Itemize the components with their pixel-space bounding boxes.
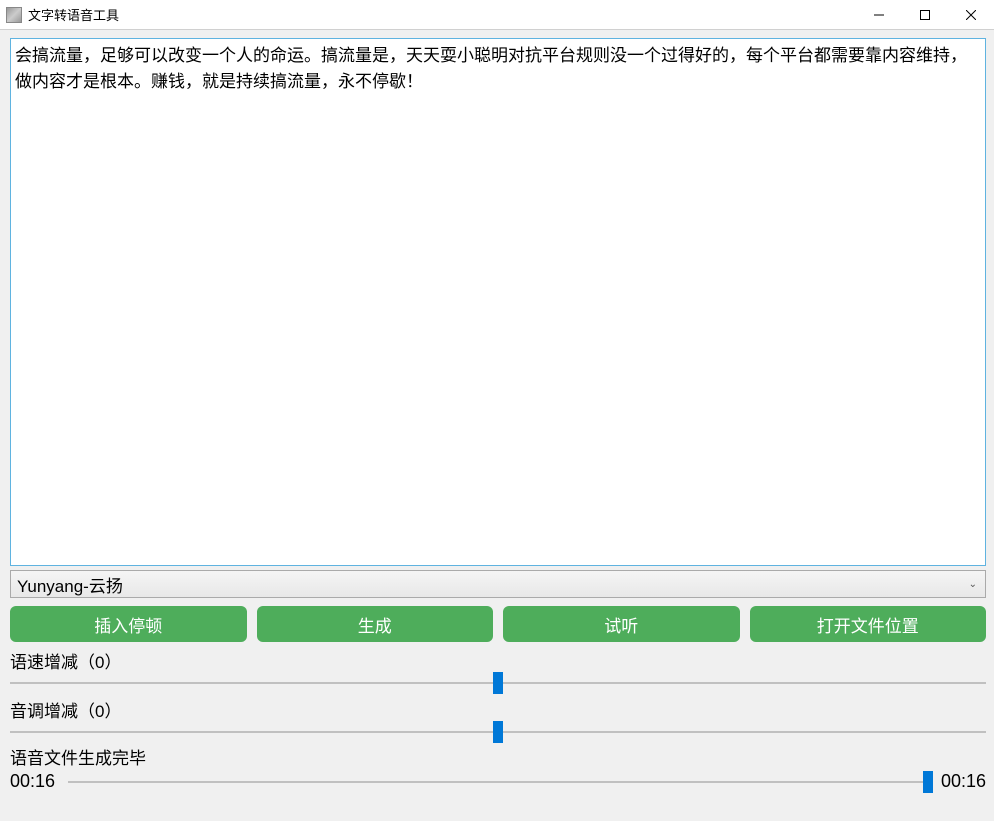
text-input[interactable] [10, 38, 986, 566]
pitch-slider-group: 音调增减（0） [10, 697, 986, 740]
app-icon [6, 7, 22, 23]
close-button[interactable] [948, 0, 994, 29]
window-title: 文字转语音工具 [28, 5, 119, 24]
chevron-down-icon: ⌄ [969, 579, 977, 590]
voice-select[interactable]: Yunyang-云扬 ⌄ [10, 570, 986, 598]
pitch-label: 音调增减（0） [10, 697, 986, 722]
preview-button[interactable]: 试听 [503, 606, 740, 642]
speed-slider-group: 语速增减（0） [10, 648, 986, 691]
speed-slider[interactable] [10, 675, 986, 691]
playback-row: 00:16 00:16 [10, 771, 986, 792]
pitch-slider[interactable] [10, 724, 986, 740]
playback-current-time: 00:16 [10, 771, 60, 792]
action-button-row: 插入停顿 生成 试听 打开文件位置 [10, 606, 986, 642]
minimize-icon [874, 10, 884, 20]
insert-pause-button[interactable]: 插入停顿 [10, 606, 247, 642]
close-icon [966, 10, 976, 20]
titlebar-left: 文字转语音工具 [0, 5, 119, 24]
window-titlebar: 文字转语音工具 [0, 0, 994, 30]
open-folder-button[interactable]: 打开文件位置 [750, 606, 987, 642]
generate-button[interactable]: 生成 [257, 606, 494, 642]
playback-slider[interactable] [68, 774, 928, 790]
maximize-button[interactable] [902, 0, 948, 29]
voice-select-value: Yunyang-云扬 [17, 572, 123, 597]
speed-label: 语速增减（0） [10, 648, 986, 673]
playback-total-time: 00:16 [936, 771, 986, 792]
playback-slider-handle[interactable] [923, 771, 933, 793]
minimize-button[interactable] [856, 0, 902, 29]
playback-track-line [68, 781, 928, 783]
maximize-icon [920, 10, 930, 20]
speed-slider-handle[interactable] [493, 672, 503, 694]
status-message: 语音文件生成完毕 [10, 744, 986, 769]
main-content: Yunyang-云扬 ⌄ 插入停顿 生成 试听 打开文件位置 语速增减（0） 音… [0, 30, 994, 821]
pitch-slider-handle[interactable] [493, 721, 503, 743]
titlebar-controls [856, 0, 994, 29]
